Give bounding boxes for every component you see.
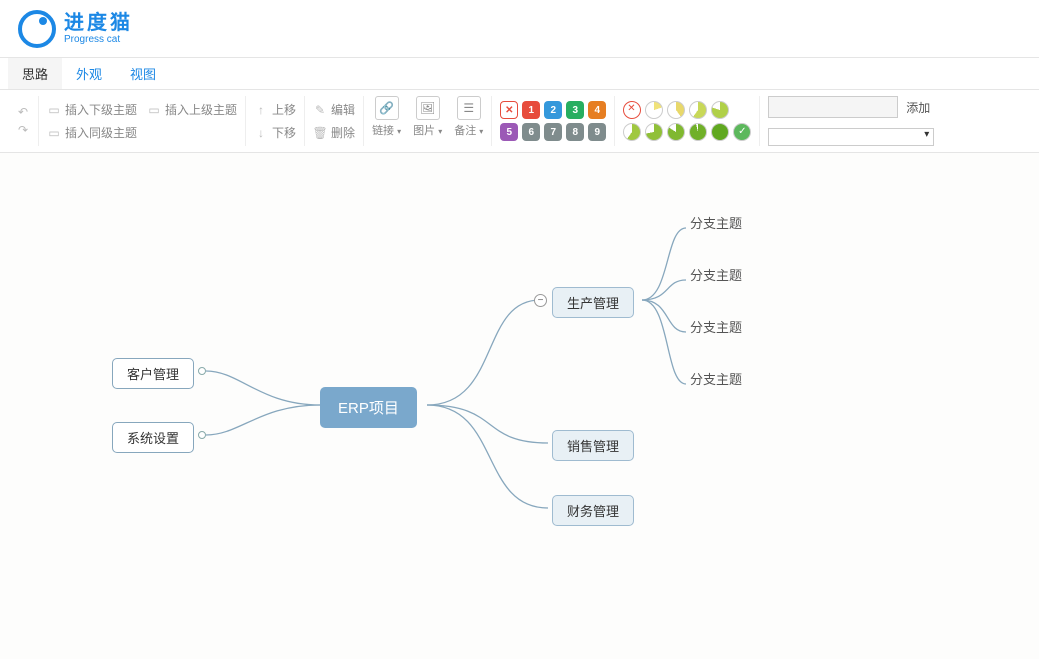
connector-dot (198, 431, 206, 439)
priority-row-bottom: 56789 (500, 123, 606, 141)
arrow-up-icon: ↑ (254, 103, 268, 117)
insert-sibling-icon: ▭ (47, 126, 61, 140)
move-down-button[interactable]: ↓下移 (254, 124, 296, 141)
insert-child-icon: ▭ (47, 103, 61, 117)
app-name-en: Progress cat (64, 34, 133, 45)
resource-input[interactable] (768, 96, 898, 118)
priority-row-top: ✕1234 (500, 101, 606, 119)
node-right-2[interactable]: 财务管理 (552, 495, 634, 526)
image-button[interactable]: 🖼 图片 ▾ (413, 96, 442, 138)
priority-badge-6[interactable]: 6 (522, 123, 540, 141)
progress-dot[interactable] (667, 101, 685, 119)
trash-icon: 🗑 (313, 126, 327, 140)
note-button[interactable]: ☰ 备注 ▾ (454, 96, 483, 138)
node-left-0[interactable]: 客户管理 (112, 358, 194, 389)
progress-dot[interactable] (689, 123, 707, 141)
add-button[interactable]: 添加 (898, 96, 938, 118)
main-tabs: 思路 外观 视图 (0, 58, 1039, 90)
collapse-toggle[interactable]: − (534, 294, 547, 307)
leaf-2[interactable]: 分支主题 (690, 317, 742, 336)
redo-icon: ↷ (16, 123, 30, 137)
image-icon: 🖼 (416, 96, 440, 120)
progress-dot[interactable] (711, 101, 729, 119)
priority-badge-1[interactable]: 1 (522, 101, 540, 119)
node-left-1[interactable]: 系统设置 (112, 422, 194, 453)
leaf-3[interactable]: 分支主题 (690, 369, 742, 388)
priority-clear[interactable]: ✕ (500, 101, 518, 119)
logo-icon (18, 10, 56, 48)
edit-icon: ✎ (313, 103, 327, 117)
priority-badge-3[interactable]: 3 (566, 101, 584, 119)
delete-button[interactable]: 🗑删除 (313, 124, 355, 141)
link-button[interactable]: 🔗 链接 ▾ (372, 96, 401, 138)
toolbar: ↶ ↷ ▭插入下级主题 ▭插入上级主题 ▭插入同级主题 ↑上移 ↓下移 ✎编辑 … (0, 90, 1039, 153)
node-right-1[interactable]: 销售管理 (552, 430, 634, 461)
node-right-0[interactable]: 生产管理 (552, 287, 634, 318)
note-icon: ☰ (457, 96, 481, 120)
priority-badge-9[interactable]: 9 (588, 123, 606, 141)
progress-done[interactable]: ✓ (733, 123, 751, 141)
edges (0, 153, 1039, 659)
redo-button[interactable]: ↷ (16, 123, 30, 137)
undo-button[interactable]: ↶ (16, 105, 30, 119)
insert-child-button[interactable]: ▭插入下级主题 (47, 101, 137, 118)
priority-badge-4[interactable]: 4 (588, 101, 606, 119)
insert-sibling-button[interactable]: ▭插入同级主题 (47, 124, 237, 141)
leaf-0[interactable]: 分支主题 (690, 213, 742, 232)
insert-parent-button[interactable]: ▭插入上级主题 (147, 101, 237, 118)
node-root[interactable]: ERP项目 (320, 387, 417, 428)
priority-badge-2[interactable]: 2 (544, 101, 562, 119)
progress-dot[interactable] (711, 123, 729, 141)
progress-dot[interactable] (623, 123, 641, 141)
insert-parent-icon: ▭ (147, 103, 161, 117)
priority-badge-5[interactable]: 5 (500, 123, 518, 141)
edit-button[interactable]: ✎编辑 (313, 101, 355, 118)
resource-dropdown[interactable] (768, 128, 934, 146)
progress-row-top (623, 101, 751, 119)
undo-icon: ↶ (16, 105, 30, 119)
progress-row-bottom: ✓ (623, 123, 751, 141)
logo: 进度猫 Progress cat (18, 10, 133, 48)
progress-dot[interactable] (645, 101, 663, 119)
mindmap-canvas[interactable]: ERP项目 客户管理 系统设置 − 生产管理 销售管理 财务管理 分支主题 分支… (0, 153, 1039, 659)
tab-view[interactable]: 视图 (116, 58, 170, 89)
progress-dot[interactable] (689, 101, 707, 119)
tab-ideas[interactable]: 思路 (8, 58, 62, 89)
arrow-down-icon: ↓ (254, 126, 268, 140)
link-icon: 🔗 (375, 96, 399, 120)
priority-badge-7[interactable]: 7 (544, 123, 562, 141)
tab-appearance[interactable]: 外观 (62, 58, 116, 89)
progress-dot[interactable] (667, 123, 685, 141)
app-name-cn: 进度猫 (64, 12, 133, 34)
progress-dot[interactable] (645, 123, 663, 141)
app-header: 进度猫 Progress cat (0, 0, 1039, 58)
progress-clear[interactable] (623, 101, 641, 119)
leaf-1[interactable]: 分支主题 (690, 265, 742, 284)
priority-badge-8[interactable]: 8 (566, 123, 584, 141)
move-up-button[interactable]: ↑上移 (254, 101, 296, 118)
connector-dot (198, 367, 206, 375)
